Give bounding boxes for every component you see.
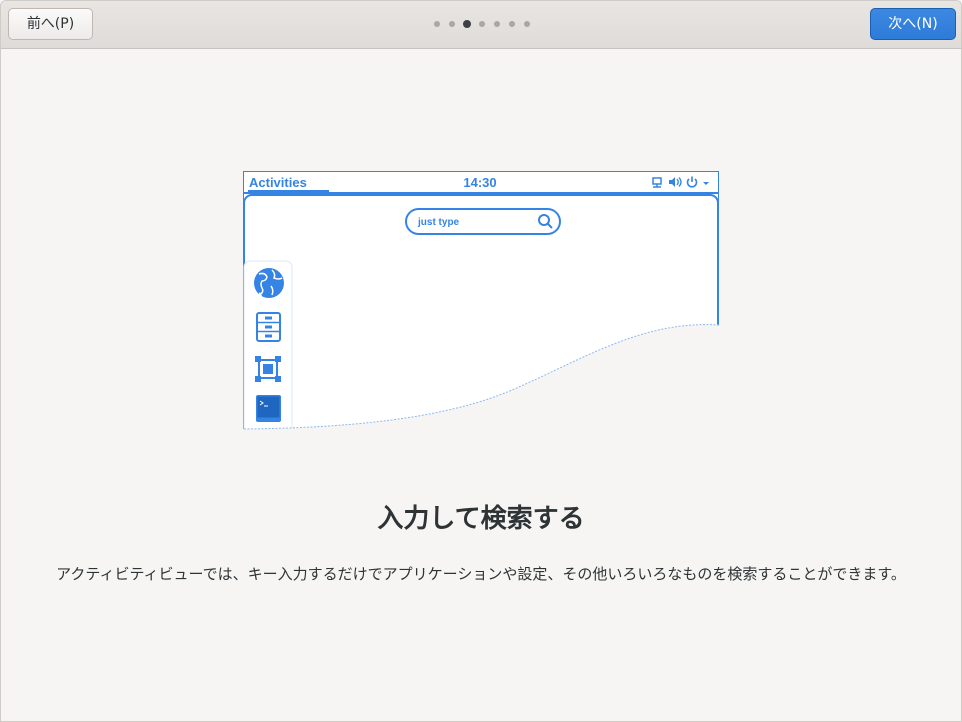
page-dot-2 bbox=[449, 21, 455, 27]
page-description: アクティビティビューでは、キー入力するだけでアプリケーションや設定、その他いろい… bbox=[56, 565, 906, 583]
vector-graphics-icon bbox=[255, 356, 281, 382]
page-dot-5 bbox=[494, 21, 500, 27]
page-dot-6 bbox=[509, 21, 515, 27]
previous-button[interactable]: 前へ(P) bbox=[8, 8, 93, 40]
page-dot-1 bbox=[434, 21, 440, 27]
page-dot-3-active bbox=[463, 20, 471, 28]
search-illustration: Activities 14:30 just type bbox=[242, 171, 720, 430]
terminal-icon bbox=[256, 395, 281, 422]
page-dot-7 bbox=[524, 21, 530, 27]
web-browser-icon bbox=[254, 268, 284, 298]
initial-setup-window: 前へ(P) 次へ(N) Activities 14:30 just type 入… bbox=[0, 0, 962, 722]
next-button[interactable]: 次へ(N) bbox=[870, 8, 956, 40]
page-title: 入力して検索する bbox=[377, 504, 585, 534]
search-placeholder: just type bbox=[417, 217, 460, 228]
header-bar: 前へ(P) 次へ(N) bbox=[1, 1, 961, 49]
search-entry: just type bbox=[405, 208, 561, 235]
file-cabinet-icon bbox=[256, 312, 281, 342]
clock-label: 14:30 bbox=[463, 175, 496, 190]
activities-label: Activities bbox=[249, 175, 307, 190]
page-dot-4 bbox=[479, 21, 485, 27]
